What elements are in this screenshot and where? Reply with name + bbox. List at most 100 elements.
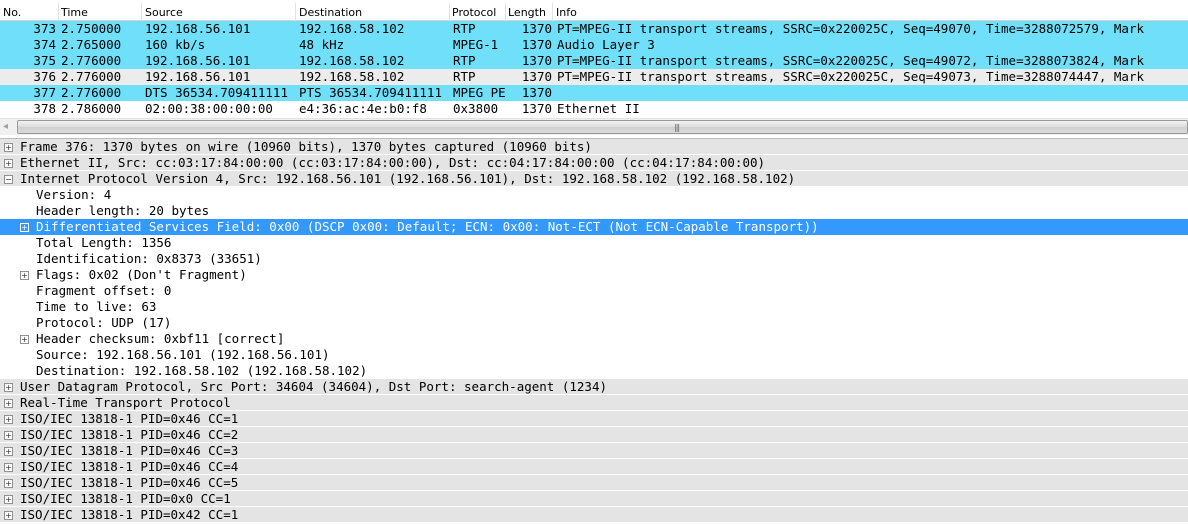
- column-header-protocol[interactable]: Protocol: [452, 6, 496, 19]
- packet-no: 374: [33, 37, 56, 52]
- column-header-info[interactable]: Info: [556, 6, 577, 19]
- tree-item[interactable]: + Differentiated Services Field: 0x00 (DS…: [0, 219, 1188, 235]
- packet-destination: e4:36:ac:4e:b0:f8: [299, 101, 427, 116]
- packet-time: 2.750000: [61, 21, 122, 36]
- tree-item[interactable]: Fragment offset: 0: [0, 283, 1188, 299]
- expand-plus-icon[interactable]: +: [4, 159, 13, 168]
- packet-row[interactable]: 376 2.776000 192.168.56.101 192.168.58.102 R…: [0, 69, 1188, 85]
- expand-plus-icon[interactable]: +: [4, 511, 13, 520]
- packet-info: PT=MPEG-II transport streams, SSRC=0x220…: [557, 69, 1144, 84]
- column-separator[interactable]: [552, 3, 553, 21]
- packet-source: DTS 36534.709411111: [145, 85, 288, 100]
- tree-item[interactable]: + Ethernet II, Src: cc:03:17:84:00:00 (cc…: [0, 155, 1188, 171]
- packet-no: 378: [33, 101, 56, 116]
- packet-info: Audio Layer 3: [557, 37, 655, 52]
- column-separator[interactable]: [141, 3, 142, 21]
- expand-plus-icon[interactable]: +: [20, 271, 29, 280]
- tree-item-label: Version: 4: [36, 187, 112, 202]
- tree-item-label: Source: 192.168.56.101 (192.168.56.101): [36, 347, 330, 362]
- tree-item[interactable]: + ISO/IEC 13818-1 PID=0x46 CC=3: [0, 443, 1188, 459]
- collapse-minus-icon[interactable]: −: [4, 175, 13, 184]
- packet-rows: 373 2.750000 192.168.56.101 192.168.58.102 R…: [0, 21, 1188, 117]
- expand-plus-icon[interactable]: +: [4, 447, 13, 456]
- tree-item[interactable]: + Real-Time Transport Protocol: [0, 395, 1188, 411]
- packet-source: 192.168.56.101: [145, 21, 251, 36]
- column-separator[interactable]: [295, 3, 296, 21]
- tree-item[interactable]: Destination: 192.168.58.102 (192.168.58.…: [0, 363, 1188, 379]
- packet-protocol: RTP: [453, 69, 476, 84]
- column-separator[interactable]: [58, 3, 59, 21]
- scrollbar-grip-icon: |||: [674, 123, 680, 132]
- packet-row[interactable]: 374 2.765000 160 kb/s 48 kHz MPEG-1 1370 Audio…: [0, 37, 1188, 53]
- expand-plus-icon[interactable]: +: [4, 495, 13, 504]
- column-header-time[interactable]: Time: [61, 6, 88, 19]
- packet-row[interactable]: 375 2.776000 192.168.56.101 192.168.58.102 R…: [0, 53, 1188, 69]
- column-header-no[interactable]: No.: [3, 6, 21, 19]
- tree-item[interactable]: + ISO/IEC 13818-1 PID=0x46 CC=5: [0, 475, 1188, 491]
- tree-item-label: ISO/IEC 13818-1 PID=0x46 CC=5: [20, 475, 239, 490]
- column-separator[interactable]: [449, 3, 450, 21]
- expand-plus-icon[interactable]: +: [4, 399, 13, 408]
- packet-source: 02:00:38:00:00:00: [145, 101, 273, 116]
- scrollbar-thumb[interactable]: |||: [17, 120, 1188, 134]
- packet-info: PT=MPEG-II transport streams, SSRC=0x220…: [557, 21, 1144, 36]
- tree-item[interactable]: − Internet Protocol Version 4, Src: 192.1…: [0, 171, 1188, 187]
- packet-destination: 192.168.58.102: [299, 69, 405, 84]
- tree-item[interactable]: + Flags: 0x02 (Don't Fragment): [0, 267, 1188, 283]
- tree-item[interactable]: Source: 192.168.56.101 (192.168.56.101): [0, 347, 1188, 363]
- expand-plus-icon[interactable]: +: [4, 383, 13, 392]
- tree-item[interactable]: + ISO/IEC 13818-1 PID=0x46 CC=4: [0, 459, 1188, 475]
- tree-item[interactable]: Version: 4: [0, 187, 1188, 203]
- column-separator[interactable]: [505, 3, 506, 21]
- expand-plus-icon[interactable]: +: [4, 143, 13, 152]
- tree-item[interactable]: + User Datagram Protocol, Src Port: 34604…: [0, 379, 1188, 395]
- packet-source: 160 kb/s: [145, 37, 206, 52]
- tree-item[interactable]: + ISO/IEC 13818-1 PID=0x42 CC=1: [0, 507, 1188, 523]
- packet-length: 1370: [521, 85, 552, 100]
- expand-plus-icon[interactable]: +: [4, 415, 13, 424]
- column-header-source[interactable]: Source: [145, 6, 183, 19]
- tree-item-label: Ethernet II, Src: cc:03:17:84:00:00 (cc:…: [20, 155, 766, 170]
- expand-plus-icon[interactable]: +: [20, 335, 29, 344]
- tree-item-label: ISO/IEC 13818-1 PID=0x46 CC=3: [20, 443, 239, 458]
- packet-row[interactable]: 373 2.750000 192.168.56.101 192.168.58.102 R…: [0, 21, 1188, 37]
- expand-plus-icon[interactable]: +: [4, 431, 13, 440]
- expand-plus-icon[interactable]: +: [4, 463, 13, 472]
- expand-plus-icon[interactable]: +: [4, 479, 13, 488]
- packet-row[interactable]: 377 2.776000 DTS 36534.709411111 PTS 36534.…: [0, 85, 1188, 101]
- expand-plus-icon[interactable]: +: [20, 223, 29, 232]
- packet-protocol: MPEG PE: [453, 85, 506, 100]
- tree-item-label: Identification: 0x8373 (33651): [36, 251, 262, 266]
- packet-destination: 192.168.58.102: [299, 21, 405, 36]
- tree-item[interactable]: Identification: 0x8373 (33651): [0, 251, 1188, 267]
- tree-item-label: ISO/IEC 13818-1 PID=0x0 CC=1: [20, 491, 231, 506]
- packet-time: 2.786000: [61, 101, 122, 116]
- tree-item[interactable]: + ISO/IEC 13818-1 PID=0x0 CC=1: [0, 491, 1188, 507]
- tree-item-label: User Datagram Protocol, Src Port: 34604 …: [20, 379, 607, 394]
- tree-item-label: Real-Time Transport Protocol: [20, 395, 231, 410]
- scroll-left-arrow-icon[interactable]: ◂: [3, 121, 8, 132]
- column-header-length[interactable]: Length: [508, 6, 546, 19]
- packet-protocol: RTP: [453, 53, 476, 68]
- tree-item[interactable]: Header length: 20 bytes: [0, 203, 1188, 219]
- tree-item[interactable]: Time to live: 63: [0, 299, 1188, 315]
- packet-time: 2.776000: [61, 69, 122, 84]
- tree-item[interactable]: Protocol: UDP (17): [0, 315, 1188, 331]
- packet-protocol: MPEG-1: [453, 37, 499, 52]
- tree-item-label: ISO/IEC 13818-1 PID=0x46 CC=1: [20, 411, 239, 426]
- packet-length: 1370: [521, 69, 552, 84]
- column-header-destination[interactable]: Destination: [299, 6, 362, 19]
- packet-no: 375: [33, 53, 56, 68]
- tree-item[interactable]: + ISO/IEC 13818-1 PID=0x46 CC=1: [0, 411, 1188, 427]
- packet-destination: 192.168.58.102: [299, 53, 405, 68]
- tree-item[interactable]: + Header checksum: 0xbf11 [correct]: [0, 331, 1188, 347]
- packet-protocol: 0x3800: [453, 101, 499, 116]
- packet-details-tree: + Frame 376: 1370 bytes on wire (10960 bi…: [0, 138, 1188, 525]
- horizontal-scrollbar[interactable]: ◂ |||: [0, 118, 1188, 135]
- tree-item-label: Header length: 20 bytes: [36, 203, 210, 218]
- packet-row[interactable]: 378 2.786000 02:00:38:00:00:00 e4:36:ac:4e:…: [0, 101, 1188, 117]
- tree-item-label: Header checksum: 0xbf11 [correct]: [36, 331, 285, 346]
- tree-item[interactable]: Total Length: 1356: [0, 235, 1188, 251]
- tree-item[interactable]: + ISO/IEC 13818-1 PID=0x46 CC=2: [0, 427, 1188, 443]
- tree-item[interactable]: + Frame 376: 1370 bytes on wire (10960 bi…: [0, 139, 1188, 155]
